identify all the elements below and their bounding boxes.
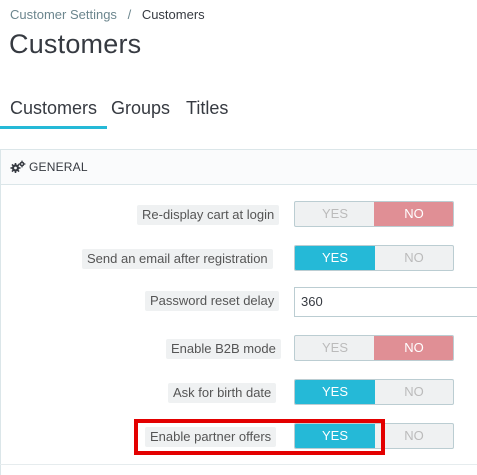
panel-header: GENERAL bbox=[1, 150, 477, 185]
panel-title: GENERAL bbox=[29, 160, 88, 174]
send-email-switch[interactable]: YES NO bbox=[294, 245, 454, 271]
field-redisplay-cart: Re-display cart at login YES NO bbox=[0, 201, 477, 227]
switch-yes-option[interactable]: YES bbox=[295, 246, 375, 270]
cogs-icon bbox=[10, 160, 26, 174]
redisplay-cart-switch[interactable]: YES NO bbox=[294, 201, 454, 227]
field-send-email: Send an email after registration YES NO bbox=[0, 245, 477, 271]
field-label: Re-display cart at login bbox=[137, 205, 280, 225]
highlight-box bbox=[134, 419, 385, 455]
password-reset-delay-input[interactable]: 360 bbox=[294, 287, 477, 317]
switch-no-option[interactable]: NO bbox=[374, 424, 453, 448]
b2b-mode-switch[interactable]: YES NO bbox=[294, 335, 454, 361]
field-label: Enable B2B mode bbox=[166, 339, 281, 359]
switch-no-option[interactable]: NO bbox=[374, 246, 453, 270]
breadcrumb: Customer Settings / Customers bbox=[10, 7, 205, 22]
tab-titles[interactable]: Titles bbox=[186, 98, 228, 119]
breadcrumb-separator: / bbox=[127, 7, 132, 22]
switch-yes-option[interactable]: YES bbox=[295, 380, 375, 404]
divider bbox=[0, 464, 477, 465]
field-b2b-mode: Enable B2B mode YES NO bbox=[0, 335, 477, 361]
field-label: Ask for birth date bbox=[168, 383, 277, 403]
switch-no-option[interactable]: NO bbox=[374, 380, 453, 404]
tab-groups[interactable]: Groups bbox=[111, 98, 170, 119]
field-birth-date: Ask for birth date YES NO bbox=[0, 379, 477, 405]
breadcrumb-current: Customers bbox=[141, 7, 205, 22]
field-password-reset-delay: Password reset delay 360 bbox=[0, 287, 477, 317]
switch-no-option[interactable]: NO bbox=[374, 202, 453, 226]
breadcrumb-parent[interactable]: Customer Settings bbox=[10, 7, 117, 22]
switch-yes-option[interactable]: YES bbox=[295, 202, 375, 226]
birth-date-switch[interactable]: YES NO bbox=[294, 379, 454, 405]
tab-customers[interactable]: Customers bbox=[0, 98, 108, 129]
tab-bar: Customers Groups Titles bbox=[0, 98, 477, 129]
field-label: Password reset delay bbox=[145, 291, 280, 311]
page-title: Customers bbox=[9, 29, 142, 59]
switch-yes-option[interactable]: YES bbox=[295, 336, 375, 360]
field-label: Send an email after registration bbox=[82, 249, 273, 269]
switch-no-option[interactable]: NO bbox=[374, 336, 453, 360]
